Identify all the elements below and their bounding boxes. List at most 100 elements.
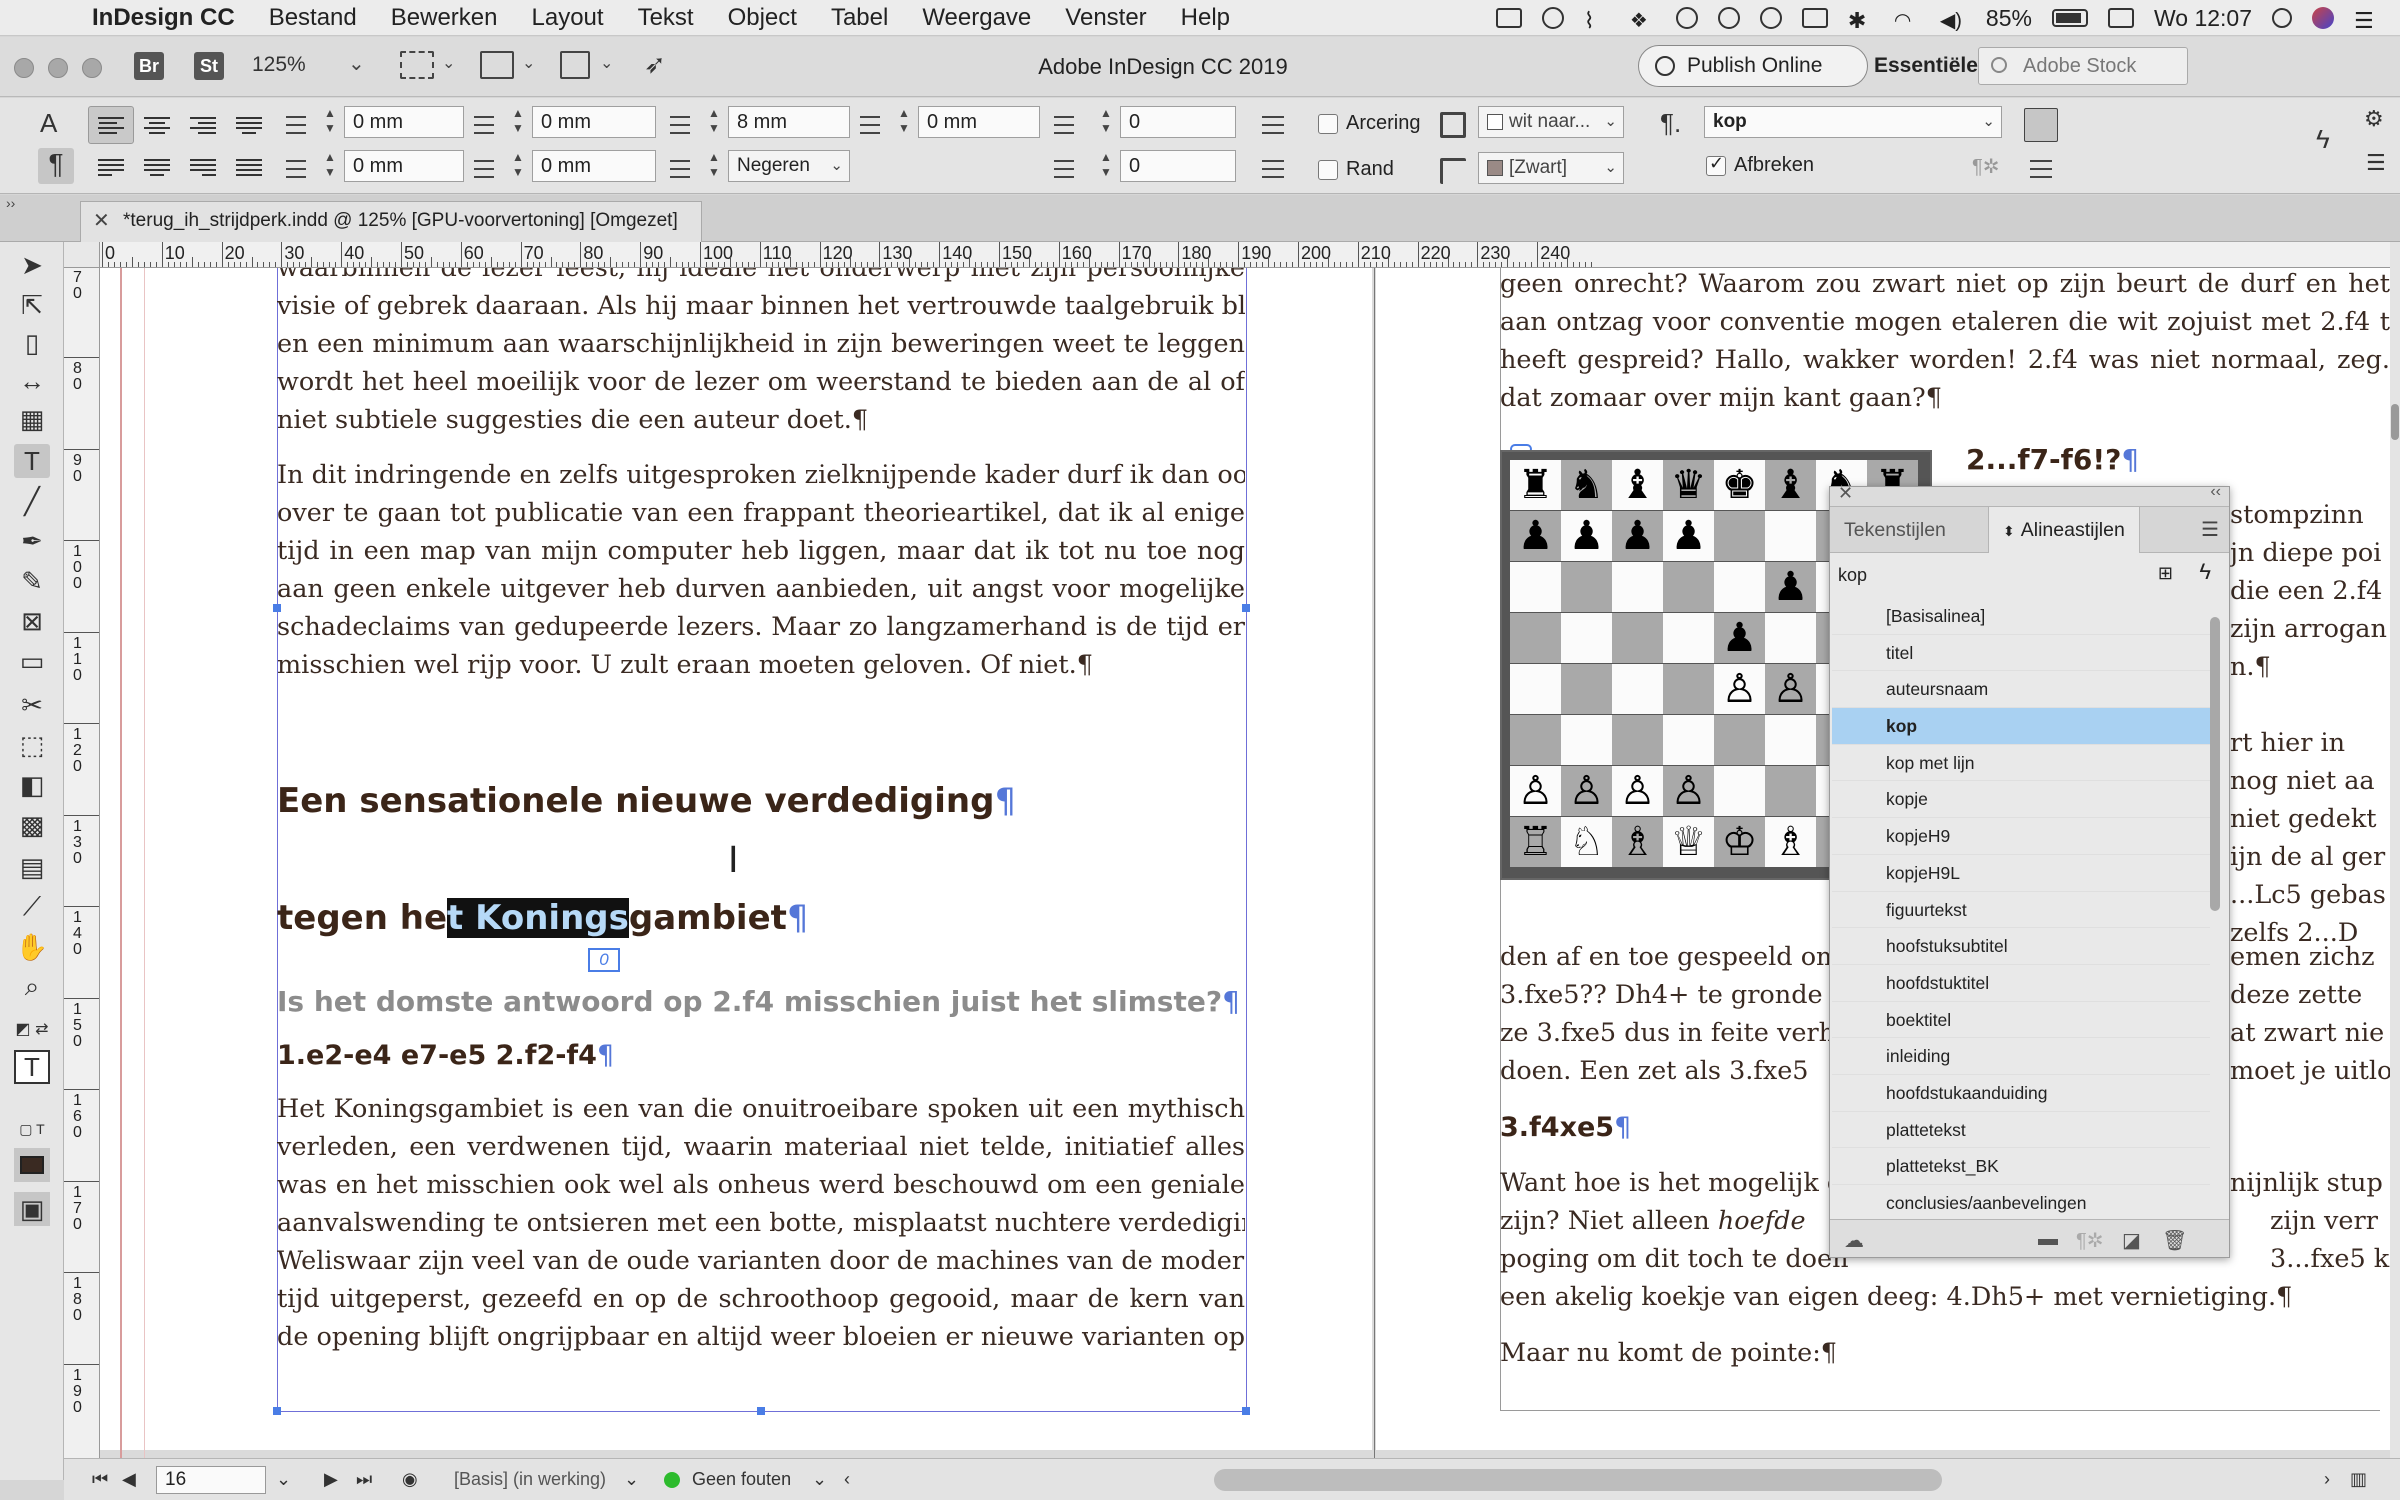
drop-cap-lines-stepper[interactable]: ▲ ▼ [1094,106,1118,138]
page-number-field[interactable]: 16 [156,1466,266,1494]
zoom-window-button[interactable] [82,58,102,78]
eyedropper-tool-icon[interactable]: ⟋ [14,890,50,924]
page-tool-icon[interactable]: ▯ [14,326,50,360]
cloud-library-icon[interactable]: ☁ [1844,1228,1864,1253]
preflight-status[interactable]: Geen fouten [692,1469,791,1490]
hand-tool-icon[interactable]: ✋ [14,930,50,964]
paragraph-style-dropdown[interactable]: kop ⌄ [1704,106,2002,138]
second-heading[interactable]: tegen het Koningsgambiet¶ [277,896,809,940]
drop-cap-chars-field[interactable]: 0 [1120,150,1236,182]
balance-columns-icon[interactable] [2030,156,2056,182]
chat-icon[interactable] [1717,7,1740,29]
space-after-field[interactable]: 0 mm [918,106,1040,138]
left-indent-stepper[interactable]: ▲ ▼ [318,106,342,138]
paragraph-style-item[interactable]: kopjeH9 [1832,818,2210,855]
paragraph-style-item[interactable]: hoofstuksubtitel [1832,928,2210,965]
volume-icon[interactable]: ◀) [1940,8,1966,32]
publish-online-button[interactable]: Publish Online [1638,45,1868,87]
camera-icon[interactable] [1495,8,1522,28]
base-state[interactable]: [Basis] (in werking) [454,1469,606,1490]
bulleted-list-icon[interactable] [1262,112,1288,138]
numbered-list-icon[interactable] [1262,156,1288,182]
ruler-origin[interactable] [64,242,100,268]
gap-tool-icon[interactable]: ↔ [14,364,50,398]
menu-tabel[interactable]: Tabel [814,4,905,32]
subheading[interactable]: Is het domste antwoord op 2.f4 misschien… [277,984,1240,1020]
collapse-panel-icon[interactable]: ‹‹ [2210,483,2221,501]
menu-help[interactable]: Help [1164,4,1247,32]
right-side-text[interactable]: stompzinn jn diepe poi die een 2.f4 zijn ar… [2230,496,2390,952]
close-window-button[interactable] [14,58,34,78]
paperclip-icon[interactable]: ⌇ [1584,8,1610,33]
quick-apply-icon[interactable]: ϟ [2316,124,2330,155]
quick-apply-icon[interactable]: ϟ [2199,559,2211,585]
bridge-button[interactable]: Br [134,52,164,80]
dropbox-icon[interactable]: ❖ [1630,8,1656,32]
last-line-indent-field[interactable]: 0 mm [532,150,656,182]
vertical-ruler[interactable]: 70 80 90 100 110 120 130 140 150 160 170 180 190 [64,268,100,1458]
align-right-button[interactable] [180,106,226,144]
space-before-stepper[interactable]: ▲ ▼ [702,106,726,138]
align-towards-spine-button[interactable] [226,106,272,144]
line-tool-icon[interactable]: ╱ [14,484,50,518]
shading-checkbox[interactable] [1318,114,1338,134]
close-tab-icon[interactable]: ✕ [93,202,110,240]
panel-scrollbar[interactable] [2209,601,2221,1211]
space-after-stepper[interactable]: ▲ ▼ [892,106,916,138]
paragraph-style-item[interactable]: hoofdstuktitel [1832,965,2210,1002]
menu-venster[interactable]: Venster [1048,4,1163,32]
spotlight-icon[interactable] [2272,8,2292,28]
menu-layout[interactable]: Layout [515,4,621,32]
split-layout-icon[interactable]: ▥ [2350,1469,2367,1490]
hyphenate-checkbox[interactable] [1706,153,1726,176]
chevron-down-icon[interactable]: ⌄ [522,53,535,73]
align-to-grid-dropdown[interactable]: Negeren ⌄ [728,150,850,182]
preflight-dropdown-icon[interactable]: ⌄ [812,1469,827,1490]
justify-center-button[interactable] [134,148,180,186]
clear-overrides-icon[interactable]: ¶✲ [2076,1228,2104,1253]
menu-bestand[interactable]: Bestand [252,4,374,32]
shading-color-dropdown[interactable]: wit naar... ⌄ [1478,106,1624,138]
right-top-paragraph[interactable]: geen onrecht? Waarom zou zwart niet op z… [1500,268,2390,417]
moves-heading[interactable]: 1.e2-e4 e7-e5 2.f2-f4¶ [277,1038,614,1074]
border-settings-icon[interactable] [1440,158,1466,184]
screen-mode-icon[interactable]: ▣ [14,1192,50,1226]
pen-tool-icon[interactable]: ✒ [14,524,50,558]
border-color-dropdown[interactable]: [Zwart] ⌄ [1478,152,1624,184]
type-tool-icon[interactable]: T [14,444,50,478]
chevron-down-icon[interactable]: ⌄ [600,53,613,73]
first-line-indent-stepper[interactable]: ▲ ▼ [318,150,342,182]
paragraph-style-item[interactable]: figuurtekst [1832,892,2210,929]
minimize-window-button[interactable] [48,58,68,78]
settings-gear-icon[interactable]: ⚙ [2364,106,2384,132]
menu-bewerken[interactable]: Bewerken [374,4,515,32]
anchor-marker[interactable]: 0 [588,948,620,972]
zoom-dropdown-icon[interactable]: ⌄ [348,51,365,76]
paragraph-style-item[interactable]: titel [1832,635,2210,672]
justify-left-button[interactable] [88,148,134,186]
paragraph-style-item[interactable]: plattetekst_BK [1832,1148,2210,1185]
content-collector-tool-icon[interactable]: ▦ [14,402,50,436]
airplay-icon[interactable] [1801,8,1828,28]
style-list[interactable]: [Basisalinea] titel auteursnaam kop kop met … [1832,598,2210,1220]
notification-center-icon[interactable]: ☰ [2354,8,2380,33]
scissors-tool-icon[interactable]: ✂ [14,688,50,722]
paragraph-style-item[interactable]: conclusies/aanbevelingen [1832,1185,2210,1220]
selection-tool-icon[interactable]: ➤ [14,248,50,282]
left-text-frame[interactable]: waarbinnen de lezer leest, hij ideale he… [277,268,1245,701]
menu-weergave[interactable]: Weergave [905,4,1048,32]
arrange-documents-icon[interactable] [560,51,590,79]
scroll-left-icon[interactable]: ‹ [844,1469,850,1490]
sync-icon[interactable] [1675,7,1698,29]
adobe-stock-search[interactable]: Adobe Stock [1978,47,2188,85]
frame-handle[interactable] [273,1407,281,1415]
new-style-icon[interactable]: ◪ [2122,1228,2141,1253]
selected-text[interactable]: t Konings [447,898,629,938]
panel-scroll-thumb[interactable] [2210,617,2220,911]
view-options-icon[interactable] [400,51,434,79]
menu-object[interactable]: Object [711,4,814,32]
horizontal-ruler[interactable]: 0 10 20 30 40 50 60 70 80 90 100 110 120 130 140 150 160… [100,242,2390,268]
frame-handle[interactable] [757,1407,765,1415]
space-before-field[interactable]: 8 mm [728,106,850,138]
paragraph-formatting-icon[interactable]: ¶ [38,148,74,184]
